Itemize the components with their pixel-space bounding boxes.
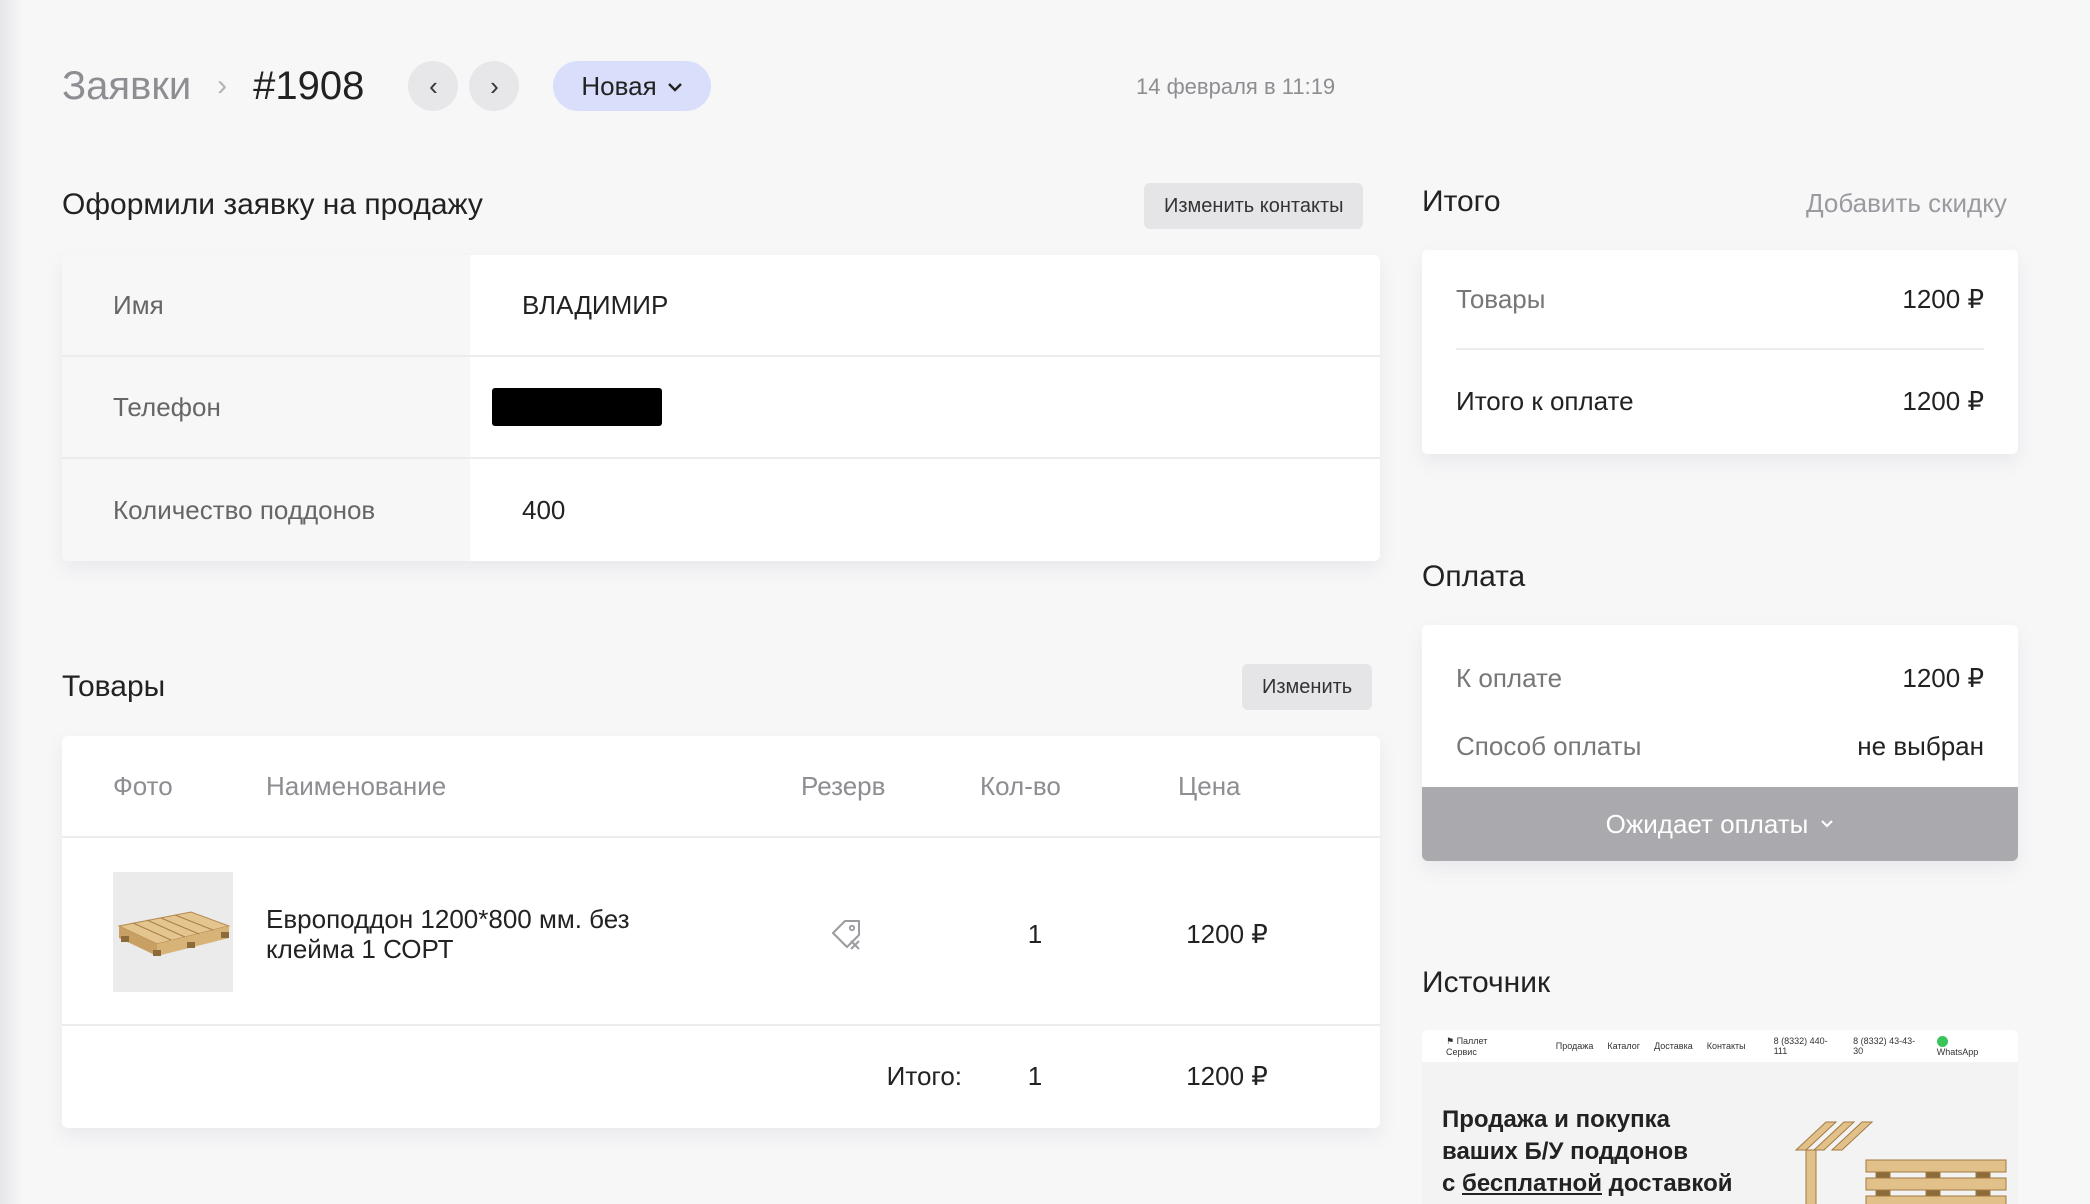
column-qty: Кол-во (980, 770, 1061, 801)
table-row: Европоддон 1200*800 мм. без клейма 1 СОР… (62, 838, 1380, 1026)
summary-goods-label: Товары (1456, 283, 1546, 314)
source-preview[interactable]: ⚑ Паллет Сервис Продажа Каталог Доставка… (1422, 1030, 2018, 1204)
source-headline-part: с (1442, 1170, 1463, 1197)
pallet-stack-image (1794, 1121, 2007, 1204)
chevron-down-icon (1820, 815, 1834, 833)
source-menu-item: Доставка (1654, 1041, 1693, 1051)
status-label: Новая (581, 70, 657, 101)
source-menu-item: Продажа (1555, 1041, 1594, 1051)
contact-row-name: Имя ВЛАДИМИР (62, 255, 1380, 357)
summary-total-value: 1200 ₽ (1902, 385, 1984, 416)
product-photo[interactable] (113, 872, 233, 992)
contact-value: 400 (522, 494, 566, 525)
tag-remove-icon[interactable] (818, 910, 874, 958)
source-menu-item: Контакты (1706, 1041, 1746, 1051)
source-headline-part: доставкой (1601, 1170, 1733, 1197)
chevron-right-icon: › (490, 70, 499, 101)
order-date: 14 февраля в 11:19 (1136, 74, 1336, 99)
product-name[interactable]: Европоддон 1200*800 мм. без клейма 1 СОР… (266, 904, 686, 964)
contacts-section-title: Оформили заявку на продажу (62, 188, 483, 221)
goods-table: Фото Наименование Резерв Кол-во Цена Евр… (62, 736, 1380, 1128)
contact-row-phone: Телефон (62, 357, 1380, 459)
order-number: #1908 (253, 63, 365, 108)
source-site-navbar: ⚑ Паллет Сервис Продажа Каталог Доставка… (1422, 1030, 2018, 1062)
source-logo: ⚑ Паллет Сервис (1446, 1035, 1488, 1057)
payment-amount-label: К оплате (1456, 662, 1563, 693)
whatsapp-icon: WhatsApp (1936, 1035, 2004, 1057)
breadcrumb-separator-icon: › (217, 69, 228, 102)
total-qty: 1 (1027, 1060, 1043, 1091)
source-headline-link: бесплатной (1462, 1170, 1602, 1197)
source-phone-2: 8 (8332) 43-43-30 (1853, 1036, 1916, 1056)
status-dropdown[interactable]: Новая (553, 61, 711, 111)
source-headline-line: с бесплатной доставкой (1442, 1168, 1762, 1200)
column-price: Цена (1178, 770, 1241, 801)
source-menu-item: Каталог (1607, 1041, 1641, 1051)
contact-row-quantity: Количество поддонов 400 (62, 459, 1380, 561)
summary-title: Итого (1422, 185, 1501, 218)
total-price: 1200 ₽ (1186, 1060, 1268, 1091)
payment-status-button[interactable]: Ожидает оплаты (1422, 787, 2018, 861)
page-header: Заявки › #1908 ‹ › Новая (62, 58, 711, 114)
pallet-image (117, 911, 231, 956)
payment-method-label: Способ оплаты (1456, 730, 1642, 761)
add-discount-link[interactable]: Добавить скидку (1806, 188, 2007, 219)
item-qty: 1 (1027, 918, 1043, 949)
prev-order-button[interactable]: ‹ (408, 61, 459, 111)
source-headline-line: Продажа и покупка (1442, 1106, 1670, 1133)
payment-title: Оплата (1422, 560, 1526, 593)
redacted-phone (492, 388, 662, 426)
next-order-button[interactable]: › (469, 61, 520, 111)
contacts-card: Имя ВЛАДИМИР Телефон Количество поддонов… (62, 255, 1380, 561)
source-whatsapp-label: WhatsApp (1936, 1046, 1979, 1057)
source-headline: Продажа и покупка ваших Б/У поддонов с б… (1442, 1104, 1762, 1200)
table-total-row: Итого: 1 1200 ₽ (62, 1026, 1380, 1126)
total-label: Итого: (886, 1060, 962, 1091)
left-edge-shadow (0, 0, 22, 1204)
chevron-left-icon: ‹ (429, 70, 438, 101)
summary-goods-row: Товары 1200 ₽ (1456, 250, 1984, 350)
payment-card: К оплате 1200 ₽ Способ оплаты не выбран … (1422, 625, 2018, 861)
column-name: Наименование (266, 770, 447, 801)
chevron-down-icon (667, 76, 683, 97)
source-phone-1: 8 (8332) 440-111 (1773, 1036, 1828, 1056)
goods-section-title: Товары (62, 670, 166, 703)
contact-label: Телефон (62, 357, 470, 457)
source-headline-line: ваших Б/У поддонов (1442, 1138, 1688, 1165)
column-reserve: Резерв (801, 770, 886, 801)
payment-amount-row: К оплате 1200 ₽ (1456, 655, 1984, 701)
payment-amount-value: 1200 ₽ (1902, 662, 1984, 693)
contact-value: ВЛАДИМИР (522, 289, 669, 320)
edit-goods-button[interactable]: Изменить (1242, 664, 1373, 710)
summary-total-row: Итого к оплате 1200 ₽ (1456, 350, 1984, 452)
item-price: 1200 ₽ (1186, 918, 1268, 949)
payment-method-row: Способ оплаты не выбран (1456, 723, 1984, 769)
contact-value-redacted (470, 357, 1380, 457)
breadcrumb-orders[interactable]: Заявки (62, 64, 191, 109)
summary-total-label: Итого к оплате (1456, 385, 1634, 416)
contact-label: Имя (62, 255, 470, 355)
payment-method-value[interactable]: не выбран (1857, 731, 1984, 762)
source-site-name: Паллет Сервис (1446, 1035, 1488, 1057)
source-title: Источник (1422, 966, 1551, 999)
summary-goods-value: 1200 ₽ (1902, 283, 1984, 314)
column-photo: Фото (113, 770, 173, 801)
payment-status-label: Ожидает оплаты (1605, 808, 1809, 839)
summary-card: Товары 1200 ₽ Итого к оплате 1200 ₽ (1422, 250, 2018, 454)
contact-label: Количество поддонов (62, 459, 470, 561)
table-header: Фото Наименование Резерв Кол-во Цена (62, 736, 1380, 838)
edit-contacts-button[interactable]: Изменить контакты (1144, 183, 1364, 229)
